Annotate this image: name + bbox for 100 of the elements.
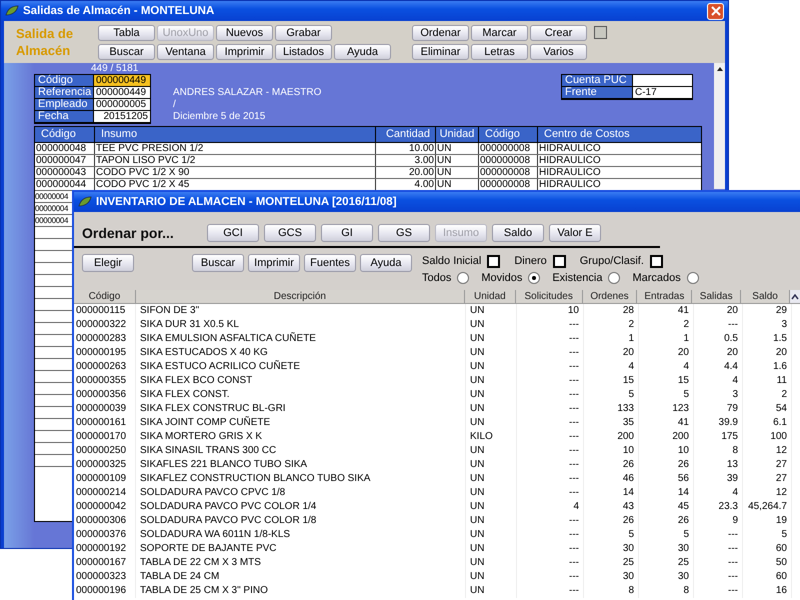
- sort-button[interactable]: GI: [321, 224, 373, 242]
- toolbar-button[interactable]: Tabla: [98, 24, 155, 40]
- field-label: Código: [35, 75, 93, 87]
- table-cell: 60: [743, 542, 792, 556]
- toolbar-button[interactable]: Crear: [530, 24, 587, 40]
- checkbox[interactable]: [552, 254, 566, 268]
- column-header: Descripción: [136, 290, 465, 303]
- toolbar-button[interactable]: Letras: [471, 44, 528, 60]
- column-header: Unidad: [436, 127, 479, 142]
- table-cell: 1: [584, 332, 639, 346]
- table-cell: 13: [694, 458, 743, 472]
- table-cell: 000000008: [479, 143, 538, 154]
- table-cell: 45,264.7: [743, 500, 792, 514]
- table-cell: 2: [639, 318, 694, 332]
- table-cell: ---: [517, 416, 584, 430]
- table-cell: 20: [584, 346, 639, 360]
- table-cell: SIKA ESTUCO ACRILICO CUÑETE: [136, 360, 466, 374]
- table-cell: 46: [584, 472, 639, 486]
- input-field[interactable]: 000000449: [93, 87, 150, 99]
- toolbar-button[interactable]: Ordenar: [412, 24, 469, 40]
- input-field[interactable]: 000000449: [93, 75, 150, 87]
- input-field[interactable]: 000000005: [93, 99, 150, 111]
- table-cell: UN: [466, 500, 517, 514]
- table-cell: ---: [517, 374, 584, 388]
- table-cell: 41: [639, 416, 694, 430]
- table-cell: SOLDADURA PAVCO CPVC 1/8: [136, 486, 466, 500]
- table-cell: SOLDADURA WA 6011N 1/8-KLS: [136, 528, 466, 542]
- table-cell: 1.5: [743, 332, 792, 346]
- table-cell: 000000008: [479, 155, 538, 166]
- table-cell: 000000196: [74, 584, 136, 598]
- table-cell: ---: [694, 542, 743, 556]
- toolbar-button[interactable]: Grabar: [275, 24, 332, 40]
- table-cell: 43: [584, 500, 639, 514]
- table-cell: 30: [584, 570, 639, 584]
- sort-button[interactable]: Saldo: [492, 224, 544, 242]
- toolbar-button[interactable]: Buscar: [98, 44, 155, 60]
- checkbox[interactable]: [650, 254, 663, 268]
- table-cell: UN: [466, 388, 517, 402]
- toolbar-button[interactable]: Marcar: [471, 24, 528, 40]
- table-cell: UN: [466, 584, 517, 598]
- column-header: Cantidad: [376, 127, 436, 142]
- sort-button[interactable]: Valor E: [549, 224, 601, 242]
- toolbar-button[interactable]: Ventana: [157, 44, 214, 60]
- close-button[interactable]: [707, 2, 724, 20]
- table-cell: 29: [743, 304, 792, 318]
- table-cell: SOLDADURA PAVCO PVC COLOR 1/8: [136, 514, 466, 528]
- toolbar-button[interactable]: Listados: [275, 44, 332, 60]
- table-cell: 000000376: [74, 528, 136, 542]
- toolbar-button[interactable]: Imprimir: [216, 44, 273, 60]
- table-cell: ---: [517, 486, 584, 500]
- table-cell: 23.3: [694, 500, 743, 514]
- table-cell: 20: [743, 346, 792, 360]
- table-cell: 000000042: [74, 500, 136, 514]
- field-label: Frente: [562, 87, 632, 99]
- radio-button[interactable]: [686, 272, 699, 284]
- table-cell: ---: [517, 444, 584, 458]
- table-cell: 14: [584, 486, 639, 500]
- action-button[interactable]: Buscar: [192, 254, 244, 272]
- scrollbar[interactable]: [714, 63, 725, 189]
- table-cell: 20: [694, 346, 743, 360]
- sort-button[interactable]: GCI: [207, 224, 259, 242]
- input-field[interactable]: [632, 75, 692, 87]
- action-button[interactable]: Fuentes: [304, 254, 356, 272]
- input-field[interactable]: 20151205: [93, 111, 150, 123]
- toolbar-button[interactable]: Varios: [530, 44, 587, 60]
- table-cell: 133: [584, 402, 639, 416]
- table-cell: SIKA FLEX CONSTRUC BL-GRI: [136, 402, 466, 416]
- toolbar-button[interactable]: Ayuda: [334, 44, 391, 60]
- action-button[interactable]: Imprimir: [248, 254, 300, 272]
- table-cell: 45: [639, 500, 694, 514]
- checkbox[interactable]: [487, 254, 500, 268]
- table-cell: 54: [743, 402, 792, 416]
- radio-button[interactable]: [608, 272, 620, 284]
- table-cell: TABLA DE 24 CM: [136, 570, 466, 584]
- table-cell: 200: [639, 430, 694, 444]
- table-cell: 9: [694, 514, 743, 528]
- table-cell: UN: [466, 556, 517, 570]
- column-header: Entradas: [637, 290, 692, 303]
- toolbar-button[interactable]: Nuevos: [216, 24, 273, 40]
- table-cell: ---: [694, 528, 743, 542]
- table-cell: 39.9: [694, 416, 743, 430]
- table-cell: 000000325: [74, 458, 136, 472]
- table-cell: 26: [584, 458, 639, 472]
- sort-button[interactable]: GS: [378, 224, 430, 242]
- sort-label: Ordenar por...: [82, 225, 175, 241]
- action-button[interactable]: Ayuda: [360, 254, 412, 272]
- sort-button[interactable]: GCS: [264, 224, 316, 242]
- radio-button[interactable]: [457, 272, 470, 284]
- table-cell: 26: [584, 514, 639, 528]
- table-cell: UN: [466, 304, 517, 318]
- choose-button[interactable]: Elegir: [82, 254, 134, 272]
- table-cell: 3: [694, 388, 743, 402]
- table-cell: 35: [584, 416, 639, 430]
- scrollbar[interactable]: [790, 290, 800, 303]
- checkbox[interactable]: [594, 26, 607, 39]
- toolbar-button[interactable]: Eliminar: [412, 44, 469, 60]
- table-cell: 000000250: [74, 444, 136, 458]
- radio-button[interactable]: [528, 272, 540, 284]
- table-cell: UN: [466, 542, 517, 556]
- input-field[interactable]: C-17: [632, 87, 692, 99]
